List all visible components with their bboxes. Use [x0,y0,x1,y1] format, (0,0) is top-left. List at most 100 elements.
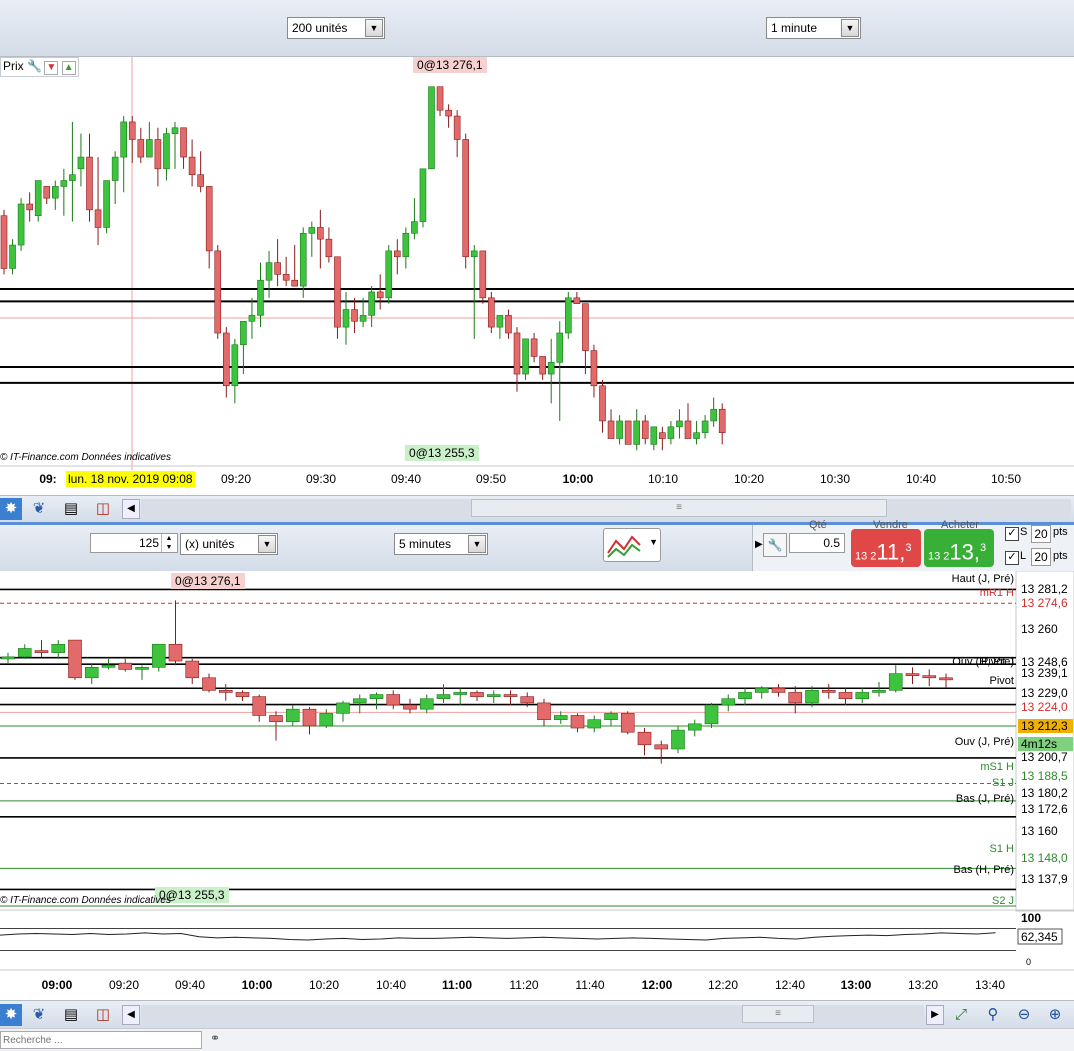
chevron-down-icon[interactable]: ▼ [258,535,276,553]
bottom-high-marker: 0@13 276,1 [171,573,245,589]
x-tick-label: 12:20 [708,978,738,992]
quantity-value: 125 [138,536,159,550]
candle-body-up [693,432,700,439]
candle-body-up [120,121,127,158]
x-tick-label: 13:20 [908,978,938,992]
candle-body-down [922,675,937,679]
candle-body-down [641,420,649,439]
candle-body-up [470,250,478,258]
candle-body-up [553,715,568,720]
candle-body-up [60,180,68,187]
stepper-arrows-icon[interactable]: ▲ ▼ [161,534,176,552]
candle-body-down [214,250,222,334]
chevron-down-icon[interactable]: ▼ [468,535,486,553]
indicator-icon[interactable]: ◫ [92,1004,114,1026]
buy-button[interactable]: 13 213,3 [924,529,994,567]
candle-body-down [26,203,33,211]
candle-body-down [325,238,333,258]
candle-body-down [235,692,250,697]
qty-label: Qté [809,519,827,531]
scrollbar-thumb[interactable]: ≡ [742,1005,814,1023]
candle-body-up [51,643,66,653]
candle-body-up [151,643,166,668]
candle-body-down [386,694,401,706]
expand-icon[interactable]: ▶ [755,539,763,550]
zoom-out-icon[interactable]: ⊖ [1013,1004,1035,1026]
share-icon[interactable]: ✸ [0,1004,22,1026]
candle-body-down [376,291,384,299]
stop-input[interactable]: 20 [1031,525,1051,543]
level-name-label: mR1 H [980,587,1014,599]
candle [620,711,635,735]
buy-prefix: 13 2 [928,550,950,563]
scroll-left-icon[interactable]: ◀ [122,1005,140,1025]
candle-body-up [342,309,350,328]
interval-select[interactable]: 1 minute ▼ [766,17,861,39]
chart-style-icon [607,535,641,558]
quantity-stepper[interactable]: 125 ▲ ▼ [90,533,178,553]
candle-body-down [118,662,133,670]
scrollbar-thumb[interactable]: ≡ [471,499,887,517]
indicator-icon[interactable]: ◫ [92,498,114,520]
bottom-interval-select[interactable]: 5 minutes ▼ [394,533,488,555]
drawing-tools-icon[interactable]: ❦ [28,498,50,520]
qty-input[interactable]: 0.5 [789,533,845,553]
stop-checkbox[interactable]: ✓ [1005,527,1019,541]
top-low-marker: 0@13 255,3 [405,445,479,461]
scroll-right-icon[interactable]: ▶ [926,1005,944,1025]
link-icon[interactable]: ⚭ [210,1031,220,1045]
x-tick-label: 09:40 [391,472,421,486]
candle-body-up [257,279,264,316]
search-input[interactable] [0,1031,202,1049]
autoscale-icon[interactable]: ⤢ [950,1004,972,1026]
delete-icon[interactable]: ▼ [44,61,59,75]
cursor-date-label: lun. 18 nov. 2019 09:08 [66,471,195,487]
bottom-units-select[interactable]: (x) unités ▼ [180,533,278,555]
zoom-in-icon[interactable]: ⊕ [1044,1004,1066,1026]
candle-body-down [503,694,518,697]
candle-body-down [94,209,102,228]
wrench-icon[interactable]: 🔧 [27,58,42,75]
candle-body-down [939,677,953,681]
bottom-price-chart[interactable]: Haut (J, Pré)mR1 HOuv (H, Pré)Pivot JPiv… [0,571,1074,1000]
candle-body-up [419,698,434,710]
candle-body-up [616,420,623,439]
candle-body-up [84,667,99,679]
chevron-down-icon[interactable]: ▼ [649,537,658,547]
bottom-nav-bar: ✸ ❦ ▤ ◫ ◀ ≡ ▶ ⤢ ⚲ ⊖ ⊕ [0,1000,1074,1029]
candle-body-down [788,692,803,704]
y-axis-label: 13 274,6 [1021,596,1068,610]
sell-big: 11, [876,539,906,565]
candle-body-up [650,426,658,445]
sell-button[interactable]: 13 211,3 [851,529,921,567]
drawing-tools-icon[interactable]: ❦ [28,1004,50,1026]
indicator-label: 0 [1026,957,1031,967]
ticket-settings-button[interactable]: 🔧 [763,533,787,557]
chevron-down-icon[interactable]: ▼ [365,19,383,37]
y-axis-label: 13 188,5 [1021,769,1068,783]
chevron-down-icon[interactable]: ▼ [841,19,859,37]
candle-body-down [637,731,652,746]
candle-body-down [334,256,341,328]
candle-body-down [0,215,8,269]
zoom-fit-icon[interactable]: ⚲ [982,1004,1004,1026]
candle-body-up [671,729,685,750]
candle-body-down [274,262,281,275]
list-icon[interactable]: ▤ [60,1004,82,1026]
candle-body-up [101,664,116,668]
candle [522,338,529,380]
candle [334,256,341,339]
units-select[interactable]: 200 unités ▼ [287,17,385,39]
share-icon[interactable]: ✸ [0,498,22,520]
x-tick-label: 10:10 [648,472,678,486]
top-price-chart[interactable]: 09: 09:20 09:30 09:40 09:50 10:00 10:10 10:20 10… [0,57,1074,495]
scroll-left-icon[interactable]: ◀ [122,499,140,519]
chart-style-button[interactable]: ▼ [603,528,661,562]
limit-input[interactable]: 20 [1031,548,1051,566]
list-icon[interactable]: ▤ [60,498,82,520]
bottom-interval-value: 5 minutes [399,537,452,551]
move-up-icon[interactable]: ▲ [61,61,76,75]
limit-checkbox[interactable]: ✓ [1005,551,1019,565]
candle-body-down [654,744,669,750]
candle-body-up [69,174,76,181]
